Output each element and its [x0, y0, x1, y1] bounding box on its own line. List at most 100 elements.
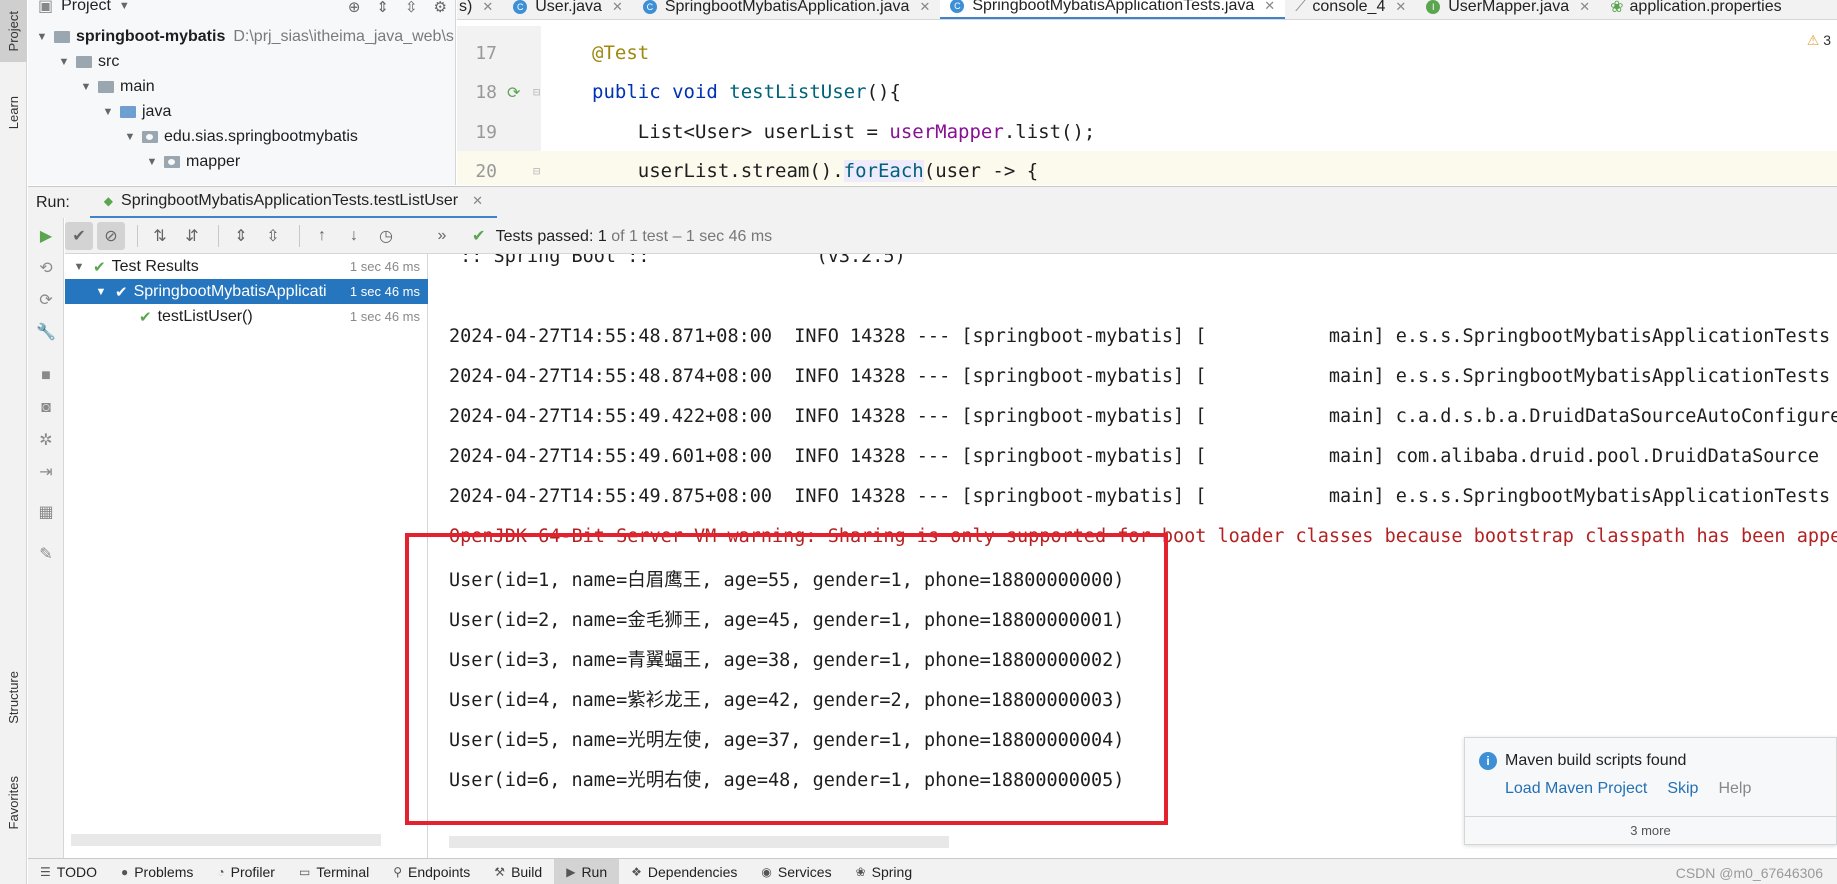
run-test-gutter-icon[interactable]: ⟳ — [507, 83, 520, 102]
fold-icon[interactable]: ⊟ — [533, 85, 540, 99]
test-tree-row-root[interactable]: ▼ ✔ Test Results 1 sec 46 ms — [65, 254, 428, 279]
tree-item-src[interactable]: ▼ src — [56, 49, 120, 74]
test-tree-row-method[interactable]: ✔ testListUser() 1 sec 46 ms — [65, 304, 428, 329]
stripe-tab-structure[interactable]: Structure — [0, 655, 27, 740]
tool-services[interactable]: ◉ Services — [749, 859, 843, 884]
chevron-down-icon[interactable]: ▼ — [100, 106, 116, 118]
close-icon[interactable]: ✕ — [1395, 0, 1406, 15]
skip-link[interactable]: Skip — [1667, 780, 1698, 798]
sort-alpha-button[interactable]: ⇅ — [146, 222, 174, 250]
chevron-down-icon[interactable]: ▼ — [71, 261, 87, 273]
toolbar-separator — [299, 224, 300, 247]
gear-icon[interactable]: ⚙ — [434, 0, 447, 16]
chevron-down-icon[interactable]: ▼ — [34, 31, 50, 43]
pin-icon[interactable]: ✎ — [36, 544, 56, 564]
run-config-tab-label: SpringbootMybatisApplicationTests.testLi… — [121, 192, 459, 209]
collapse-all-button[interactable]: ⇳ — [259, 222, 287, 250]
editor-tab-user-java[interactable]: C User.java ✕ — [503, 0, 633, 19]
toggle-auto-test-icon[interactable]: ⟳ — [36, 290, 56, 310]
more-actions-button[interactable]: » — [428, 222, 456, 250]
stripe-tab-favorites[interactable]: Favorites — [0, 760, 27, 845]
tool-todo[interactable]: ☰ TODO — [28, 859, 109, 884]
tree-item-mapper[interactable]: ▼ mapper — [144, 149, 241, 174]
tool-profiler[interactable]: ◔ Profiler — [205, 859, 287, 884]
tool-label: Profiler — [230, 863, 275, 880]
class-icon: C — [950, 0, 965, 13]
chevron-down-icon[interactable]: ▼ — [56, 56, 72, 68]
test-tree-row-class[interactable]: ▼ ✔ SpringbootMybatisApplicati 1 sec 46 … — [65, 279, 428, 304]
exit-icon[interactable]: ⇥ — [36, 462, 56, 482]
editor-tab-truncated[interactable]: s) ✕ — [457, 0, 503, 19]
expand-all-button[interactable]: ⇕ — [227, 222, 255, 250]
editor-tab-application-tests[interactable]: C SpringbootMybatisApplicationTests.java… — [940, 0, 1286, 19]
horizontal-scrollbar[interactable] — [71, 834, 381, 846]
tree-item-main[interactable]: ▼ main — [78, 74, 155, 99]
layout-icon[interactable]: ▦ — [36, 502, 56, 522]
wrench-icon[interactable]: 🔧 — [36, 322, 56, 342]
code-text: List<User> userList = userMapper.list(); — [592, 121, 1096, 143]
code-line[interactable]: 20 ⊟ userList.stream().forEach(user -> { — [457, 151, 1837, 185]
list-icon: ☰ — [40, 864, 51, 879]
editor-tab-label: application.properties — [1629, 0, 1782, 15]
close-icon[interactable]: ✕ — [1579, 0, 1590, 15]
stripe-tab-learn[interactable]: Learn — [0, 82, 27, 144]
tool-spring[interactable]: ❀ Spring — [844, 859, 925, 884]
collapse-all-icon[interactable]: ⇳ — [405, 0, 418, 16]
close-icon[interactable]: ✕ — [472, 193, 483, 209]
code-line[interactable]: 19 List<User> userList = userMapper.list… — [457, 112, 1837, 152]
close-icon[interactable]: ✕ — [612, 0, 623, 15]
prev-test-button[interactable]: ↑ — [308, 222, 336, 250]
camera-icon[interactable]: ◙ — [36, 398, 56, 418]
chevron-down-icon[interactable]: ▼ — [144, 156, 160, 168]
project-panel: ▣ Project ▼ ⊕ ⇕ ⇳ ⚙ ▼ springboot-mybatis… — [28, 0, 456, 185]
tool-label: Run — [581, 863, 608, 880]
tree-item-package[interactable]: ▼ edu.sias.springbootmybatis — [122, 124, 358, 149]
maven-notification: i Maven build scripts found Load Maven P… — [1464, 737, 1837, 845]
stop-icon[interactable]: ■ — [36, 366, 56, 386]
run-icon: ▶ — [566, 864, 576, 879]
bottom-tool-bar: ☰ TODO ● Problems ◔ Profiler ▭ Terminal ⚲ End… — [28, 858, 1837, 884]
history-button[interactable]: ◷ — [372, 222, 400, 250]
horizontal-scrollbar[interactable] — [449, 836, 949, 848]
expand-all-icon[interactable]: ⇕ — [376, 0, 389, 16]
editor-tab-application-properties[interactable]: ❀ application.properties — [1600, 0, 1792, 19]
chevron-down-icon[interactable]: ▼ — [119, 0, 130, 12]
more-notifications-link[interactable]: 3 more — [1465, 816, 1836, 844]
code-line[interactable]: 17 @Test — [457, 33, 1837, 73]
editor-tab-usermapper[interactable]: I UserMapper.java ✕ — [1416, 0, 1600, 19]
editor-tab-console[interactable]: ⟋ console_4 ✕ — [1285, 0, 1416, 19]
bug-icon[interactable]: ✲ — [36, 430, 56, 450]
tool-run[interactable]: ▶ Run — [554, 858, 620, 884]
rerun-icon[interactable]: ▶ — [36, 226, 56, 246]
next-test-button[interactable]: ↓ — [340, 222, 368, 250]
fold-icon[interactable]: ⊟ — [533, 164, 540, 178]
close-icon[interactable]: ✕ — [1264, 0, 1275, 14]
show-ignored-button[interactable]: ⊘ — [97, 221, 125, 250]
stripe-tab-project[interactable]: Project — [0, 0, 27, 62]
tool-terminal[interactable]: ▭ Terminal — [287, 859, 381, 884]
code-line[interactable]: 18 ⟳ ⊟ public void testListUser(){ — [457, 72, 1837, 112]
locate-icon[interactable]: ⊕ — [348, 0, 361, 16]
run-window-header: Run: ◆ SpringbootMybatisApplicationTests… — [28, 186, 1837, 219]
rerun-failed-icon[interactable]: ⟲ — [36, 258, 56, 278]
tree-item-project-root[interactable]: ▼ springboot-mybatis D:\prj_sias\itheima… — [34, 24, 454, 49]
tool-build[interactable]: ⚒ Build — [482, 859, 554, 884]
tool-problems[interactable]: ● Problems — [109, 859, 205, 884]
help-link[interactable]: Help — [1718, 780, 1751, 798]
tool-dependencies[interactable]: ❖ Dependencies — [619, 859, 749, 884]
run-config-tab[interactable]: ◆ SpringbootMybatisApplicationTests.test… — [89, 187, 497, 219]
sort-duration-button[interactable]: ⇵ — [178, 222, 206, 250]
close-icon[interactable]: ✕ — [482, 0, 493, 15]
editor-tab-application[interactable]: C SpringbootMybatisApplication.java ✕ — [633, 0, 941, 19]
test-results-tree: ▼ ✔ Test Results 1 sec 46 ms ▼ ✔ Springb… — [65, 254, 428, 858]
tool-label: Dependencies — [647, 863, 738, 880]
project-panel-title[interactable]: Project — [61, 0, 111, 15]
chevron-down-icon[interactable]: ▼ — [93, 286, 109, 298]
load-maven-project-link[interactable]: Load Maven Project — [1505, 780, 1647, 798]
tree-item-java[interactable]: ▼ java — [100, 99, 172, 124]
tool-endpoints[interactable]: ⚲ Endpoints — [381, 859, 482, 884]
close-icon[interactable]: ✕ — [919, 0, 930, 15]
chevron-down-icon[interactable]: ▼ — [78, 81, 94, 93]
show-passed-button[interactable]: ✔ — [65, 221, 93, 250]
chevron-down-icon[interactable]: ▼ — [122, 131, 138, 143]
